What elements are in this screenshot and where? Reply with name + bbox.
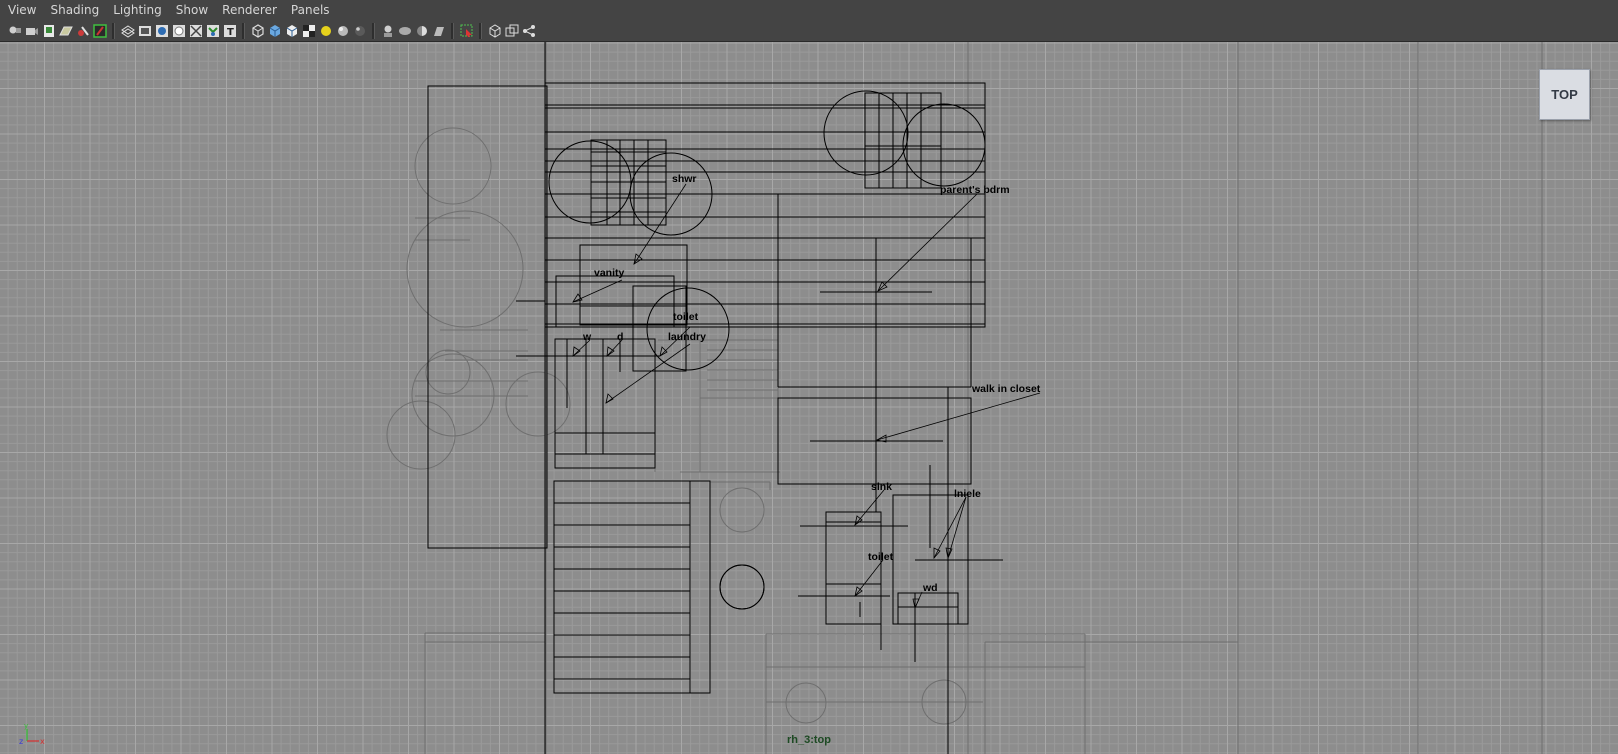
resolution-gate-icon[interactable] xyxy=(120,24,135,38)
xray-joints-icon[interactable] xyxy=(319,24,333,38)
lights-directional-icon[interactable] xyxy=(415,24,429,38)
label-sink[interactable]: sink xyxy=(871,481,892,493)
top-orthographic-viewport[interactable]: shwr parent's bdrm vanity toilet laundry… xyxy=(0,41,1618,754)
label-toilet-upper[interactable]: toilet xyxy=(673,311,699,323)
menu-lighting[interactable]: Lighting xyxy=(105,0,168,20)
camera-name-label: rh_3:top xyxy=(787,734,831,746)
film-gate-icon[interactable] xyxy=(92,23,107,38)
label-shwr[interactable]: shwr xyxy=(672,173,697,185)
select-camera-icon[interactable] xyxy=(8,24,22,38)
graph-icon[interactable] xyxy=(522,24,536,38)
menu-view[interactable]: View xyxy=(0,0,42,20)
light-icon[interactable] xyxy=(381,24,395,38)
shading-ball-icon[interactable] xyxy=(353,24,367,38)
label-parents-bdrm[interactable]: parent's bdrm xyxy=(940,184,1010,196)
safe-action-icon[interactable] xyxy=(138,24,152,38)
menu-shading[interactable]: Shading xyxy=(42,0,105,20)
room-labels: shwr parent's bdrm vanity toilet laundry… xyxy=(582,173,1041,594)
svg-text:T: T xyxy=(227,27,234,38)
grid-icon[interactable] xyxy=(76,24,90,38)
frame-selection-icon[interactable] xyxy=(505,24,519,38)
high-quality-icon[interactable] xyxy=(302,24,316,38)
label-d[interactable]: d xyxy=(617,331,623,343)
view-cube-label: TOP xyxy=(1551,87,1578,102)
backface-icon[interactable] xyxy=(336,24,350,38)
isolate-select-icon[interactable] xyxy=(285,24,299,38)
shadows-icon[interactable] xyxy=(268,24,282,38)
label-laundry[interactable]: laundry xyxy=(668,331,706,343)
default-material-icon[interactable] xyxy=(206,24,220,38)
select-mode-icon[interactable] xyxy=(460,24,474,38)
lights-spot-icon[interactable] xyxy=(432,24,446,38)
panel-menubar: View Shading Lighting Show Renderer Pane… xyxy=(0,0,1618,20)
viewport-grid: shwr parent's bdrm vanity toilet laundry… xyxy=(0,42,1618,754)
xray-icon[interactable] xyxy=(155,24,169,38)
use-all-lights-icon[interactable] xyxy=(251,23,265,38)
label-leaders xyxy=(572,183,1041,609)
textured-icon[interactable]: T xyxy=(223,24,237,38)
menu-show[interactable]: Show xyxy=(168,0,214,20)
label-lniele[interactable]: lniele xyxy=(954,488,981,500)
maya-viewport-panel: View Shading Lighting Show Renderer Pane… xyxy=(0,0,1618,754)
label-wd[interactable]: wd xyxy=(922,582,938,594)
label-w[interactable]: w xyxy=(582,331,592,343)
label-toilet-lower[interactable]: toilet xyxy=(868,551,894,563)
wireframe-icon[interactable] xyxy=(172,24,186,38)
axis-y-label: y xyxy=(24,722,28,730)
image-plane-icon[interactable] xyxy=(58,24,73,38)
bookmarks-icon[interactable] xyxy=(42,24,56,38)
frame-all-icon[interactable] xyxy=(488,23,502,38)
menu-renderer[interactable]: Renderer xyxy=(214,0,283,20)
label-vanity[interactable]: vanity xyxy=(594,267,625,279)
label-walk-in-closet[interactable]: walk in closet xyxy=(971,383,1041,395)
camera-attributes-icon[interactable] xyxy=(25,24,39,38)
menu-panels[interactable]: Panels xyxy=(283,0,336,20)
view-cube[interactable]: TOP xyxy=(1539,69,1590,120)
smooth-shade-icon[interactable] xyxy=(189,24,203,38)
panel-toolbar: T xyxy=(0,20,1618,41)
lights-ambient-icon[interactable] xyxy=(398,24,412,38)
